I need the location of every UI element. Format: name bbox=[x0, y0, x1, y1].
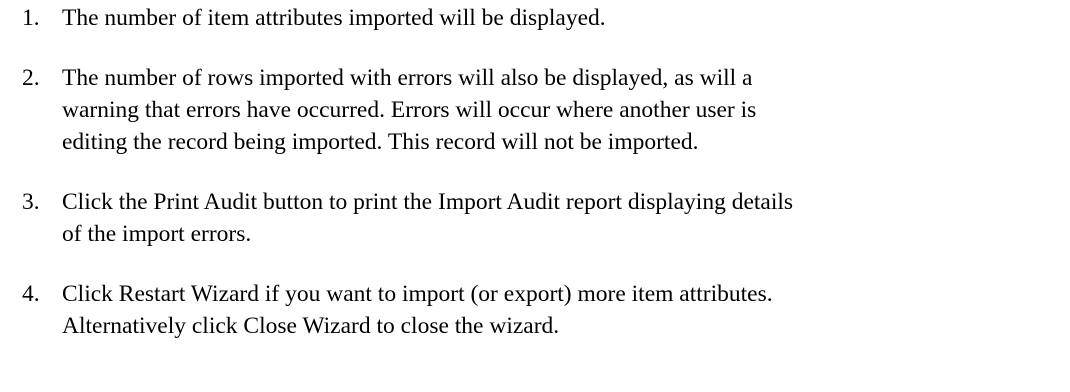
step-number: 4. bbox=[22, 281, 40, 307]
instruction-steps-list: 1. The number of item attributes importe… bbox=[22, 2, 1062, 370]
step-number: 1. bbox=[22, 5, 40, 31]
step-item: 2. The number of rows imported with erro… bbox=[22, 62, 1062, 158]
step-text: The number of rows imported with errors … bbox=[62, 65, 757, 155]
step-number: 2. bbox=[22, 65, 40, 91]
step-item: 4. Click Restart Wizard if you want to i… bbox=[22, 278, 1062, 342]
step-text: Click Restart Wizard if you want to impo… bbox=[62, 281, 773, 339]
step-text: Click the Print Audit button to print th… bbox=[62, 189, 794, 247]
step-item: 1. The number of item attributes importe… bbox=[22, 2, 1062, 34]
step-text: The number of item attributes imported w… bbox=[62, 5, 606, 31]
step-number: 3. bbox=[22, 189, 40, 215]
step-item: 3. Click the Print Audit button to print… bbox=[22, 186, 1062, 250]
